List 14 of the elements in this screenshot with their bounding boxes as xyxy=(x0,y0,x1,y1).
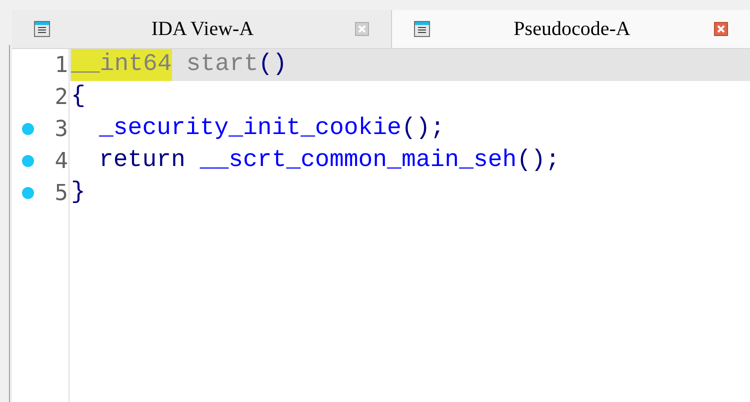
line-number: 4 xyxy=(54,148,69,176)
code-line: { xyxy=(70,82,86,112)
tab[interactable]: Pseudocode-A xyxy=(392,10,750,48)
code-line: return __scrt_common_main_seh(); xyxy=(98,146,561,176)
close-icon[interactable] xyxy=(714,22,728,36)
window-icon xyxy=(414,21,430,37)
code-line: } xyxy=(70,178,86,208)
tab[interactable]: IDA View-A xyxy=(12,10,392,48)
line-number: 3 xyxy=(54,116,69,144)
line-number: 5 xyxy=(54,180,69,208)
window-icon xyxy=(34,21,50,37)
line-number: 1 xyxy=(54,52,69,80)
line-number: 2 xyxy=(54,84,69,112)
code-line: _security_init_cookie(); xyxy=(98,114,446,144)
